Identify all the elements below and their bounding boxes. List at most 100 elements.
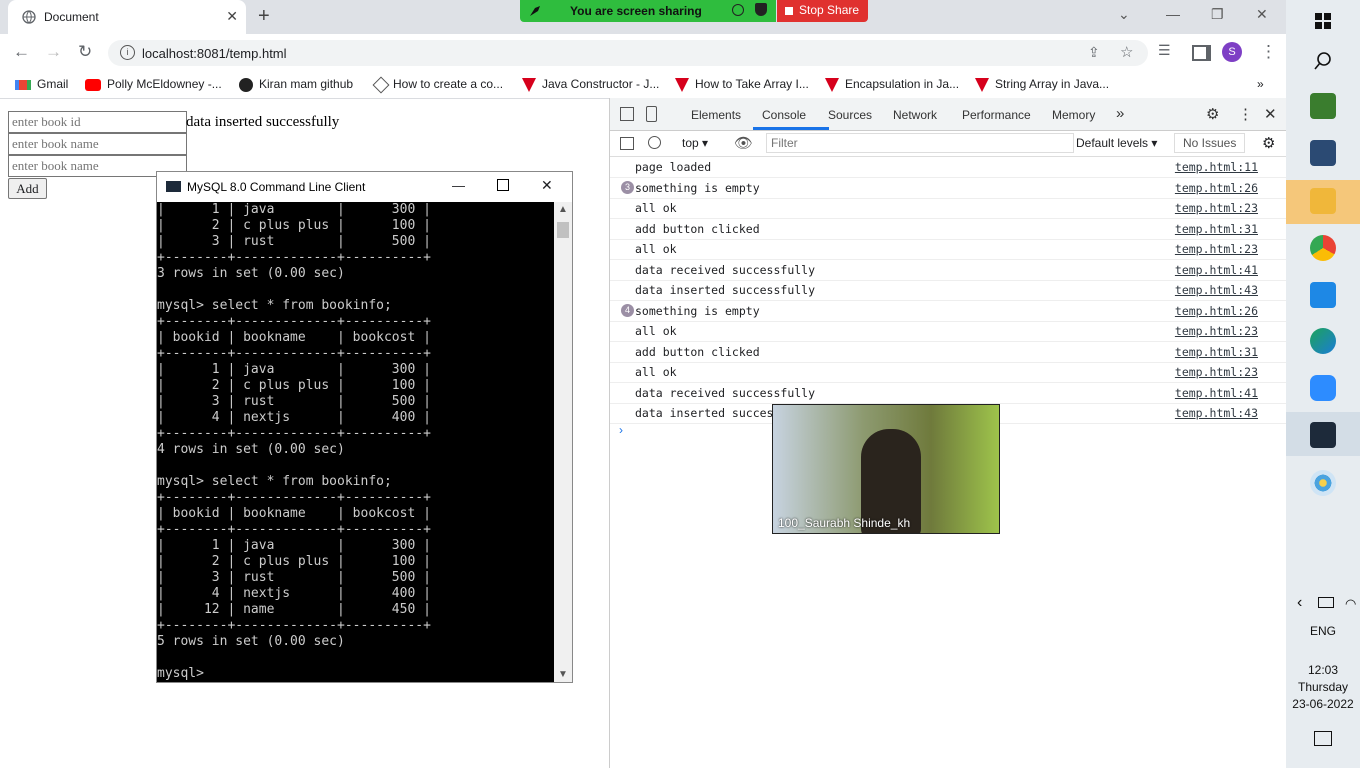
close-window-icon[interactable]: ✕ [1256, 6, 1268, 23]
close-tab-icon[interactable]: ✕ [226, 8, 238, 25]
bookmark-gmail[interactable]: Gmail [15, 77, 68, 91]
scroll-down-icon[interactable]: ▼ [558, 669, 568, 680]
clear-console-icon[interactable] [648, 136, 661, 149]
console-line: | 1 | java | 300 | [157, 202, 431, 217]
tab-elements[interactable]: Elements [691, 108, 741, 122]
log-levels-select[interactable]: Default levels ▾ [1076, 136, 1157, 150]
mysql-client-icon[interactable] [1310, 422, 1336, 448]
mysql-window[interactable]: MySQL 8.0 Command Line Client — ✕ | 1 | … [156, 171, 573, 683]
reading-list-icon[interactable]: ☰ [1158, 42, 1171, 59]
battery-icon[interactable] [1318, 597, 1334, 608]
log-source-link[interactable]: temp.html:31 [1175, 222, 1258, 236]
inspect-icon[interactable] [620, 107, 634, 121]
reload-icon[interactable]: ↻ [78, 42, 92, 62]
sidebar-toggle-icon[interactable] [620, 137, 634, 150]
profile-avatar[interactable]: S [1222, 42, 1242, 62]
participant-video[interactable]: 100_Saurabh Shinde_kh [772, 404, 1000, 534]
mysql-console-output[interactable]: | 1 | java | 300 | | 2 | c plus plus | 10… [157, 202, 554, 682]
address-bar[interactable]: i localhost:8081/temp.html ⇪ ☆ [108, 40, 1148, 66]
console-toolbar: top ▾ 👁 Default levels ▾ No Issues ⚙ [610, 131, 1287, 157]
browser-tab[interactable]: Document ✕ [8, 0, 246, 34]
device-toolbar-icon[interactable] [646, 106, 657, 122]
search-icon[interactable] [1310, 48, 1336, 74]
bookmark-label: How to create a co... [393, 77, 504, 91]
log-source-link[interactable]: temp.html:41 [1175, 263, 1258, 277]
book-id-input[interactable] [8, 111, 187, 133]
add-button[interactable]: Add [8, 178, 47, 199]
eye-icon[interactable]: 👁 [734, 134, 753, 152]
log-source-link[interactable]: temp.html:26 [1175, 304, 1258, 318]
mysql-titlebar[interactable]: MySQL 8.0 Command Line Client — ✕ [157, 172, 572, 202]
console-log-row: add button clicked temp.html:31 [610, 342, 1287, 363]
minimize-icon[interactable]: — [1166, 6, 1180, 22]
mysql-icon [166, 181, 181, 192]
settings-gear-icon[interactable]: ⚙ [1206, 105, 1219, 123]
wifi-icon[interactable]: ◠ [1345, 596, 1356, 612]
console-filter-input[interactable] [766, 133, 1074, 153]
bookmark-howto[interactable]: How to create a co... [372, 76, 504, 94]
close-devtools-icon[interactable]: ✕ [1264, 105, 1277, 123]
bookmark-string-array[interactable]: String Array in Java... [975, 77, 1109, 92]
log-source-link[interactable]: temp.html:43 [1175, 406, 1258, 420]
log-source-link[interactable]: temp.html:26 [1175, 181, 1258, 195]
issues-button[interactable]: No Issues [1174, 133, 1246, 153]
log-source-link[interactable]: temp.html:23 [1175, 201, 1258, 215]
book-name-input[interactable] [8, 133, 187, 155]
vscode-icon[interactable] [1310, 282, 1336, 308]
log-source-link[interactable]: temp.html:11 [1175, 160, 1258, 174]
new-tab-button[interactable]: + [258, 5, 270, 28]
menu-kebab-icon[interactable]: ⋮ [1260, 42, 1277, 62]
scroll-up-icon[interactable]: ▲ [558, 204, 568, 215]
bookmark-java-constructor[interactable]: Java Constructor - J... [522, 77, 659, 92]
console-settings-icon[interactable]: ⚙ [1262, 134, 1275, 152]
zoom-icon[interactable] [1310, 375, 1336, 401]
file-explorer-icon[interactable] [1310, 188, 1336, 214]
log-source-link[interactable]: temp.html:23 [1175, 242, 1258, 256]
notifications-icon[interactable] [1314, 731, 1332, 746]
devtools-menu-icon[interactable]: ⋮ [1238, 105, 1253, 123]
gmail-icon [15, 79, 31, 90]
maximize-icon[interactable] [497, 179, 509, 191]
paint-icon[interactable] [1310, 470, 1336, 496]
bookmark-star-icon[interactable]: ☆ [1120, 43, 1133, 61]
bookmark-github[interactable]: Kiran mam github [239, 77, 353, 92]
spreadsheet-app-icon[interactable] [1310, 93, 1336, 119]
chevron-left-icon[interactable]: ‹ [1297, 594, 1302, 612]
tab-performance[interactable]: Performance [962, 108, 1031, 122]
side-panel-icon[interactable] [1192, 45, 1211, 61]
tab-sources[interactable]: Sources [828, 108, 872, 122]
bookmark-encapsulation[interactable]: Encapsulation in Ja... [825, 77, 959, 92]
forward-icon[interactable]: → [45, 42, 62, 62]
tab-console[interactable]: Console [762, 108, 806, 122]
info-icon[interactable]: i [120, 45, 135, 60]
restore-icon[interactable]: ❐ [1211, 6, 1224, 23]
console-scrollbar[interactable]: ▲ ▼ [554, 202, 572, 682]
back-icon[interactable]: ← [13, 42, 30, 62]
more-bookmarks-icon[interactable]: » [1257, 77, 1264, 91]
share-page-icon[interactable]: ⇪ [1088, 44, 1100, 61]
bookmark-youtube[interactable]: Polly McEldowney -... [85, 77, 222, 91]
minimize-icon[interactable]: — [452, 178, 465, 193]
clock-time[interactable]: 12:03 [1286, 663, 1360, 677]
tab-search-icon[interactable]: ⌄ [1118, 6, 1130, 23]
windows-start-icon[interactable] [1310, 8, 1336, 34]
close-icon[interactable]: ✕ [541, 177, 553, 194]
log-source-link[interactable]: temp.html:41 [1175, 386, 1258, 400]
scroll-thumb[interactable] [557, 222, 569, 238]
log-source-link[interactable]: temp.html:23 [1175, 365, 1258, 379]
more-tabs-icon[interactable]: » [1116, 105, 1124, 122]
log-source-link[interactable]: temp.html:31 [1175, 345, 1258, 359]
chrome-icon[interactable] [1310, 235, 1336, 261]
bookmark-array-input[interactable]: How to Take Array I... [675, 77, 809, 92]
language-indicator[interactable]: ENG [1286, 624, 1360, 638]
console-prompt-icon[interactable]: › [619, 423, 623, 437]
sql-tool-icon[interactable] [1310, 140, 1336, 166]
context-select[interactable]: top ▾ [682, 136, 708, 150]
log-source-link[interactable]: temp.html:23 [1175, 324, 1258, 338]
tab-network[interactable]: Network [893, 108, 937, 122]
stop-share-button[interactable]: Stop Share [777, 0, 868, 22]
tab-memory[interactable]: Memory [1052, 108, 1095, 122]
repeat-count-badge: 3 [621, 180, 634, 194]
edge-icon[interactable] [1310, 328, 1336, 354]
log-source-link[interactable]: temp.html:43 [1175, 283, 1258, 297]
